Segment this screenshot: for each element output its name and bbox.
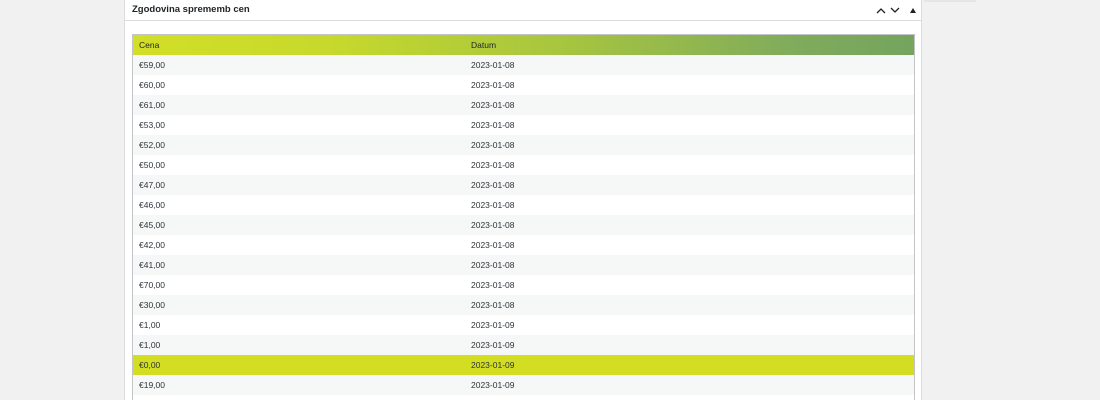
price-history-panel: Zgodovina sprememb cen Cena Datum €59,00…	[124, 0, 922, 400]
price-cell: €59,00	[139, 60, 165, 70]
date-cell: 2023-01-08	[471, 140, 515, 150]
price-cell: €60,00	[139, 80, 165, 90]
price-cell: €61,00	[139, 100, 165, 110]
date-cell: 2023-01-09	[471, 320, 515, 330]
table-row: €53,00 2023-01-08	[133, 115, 914, 135]
price-cell: €47,00	[139, 180, 165, 190]
table-header-row: Cena Datum	[133, 35, 914, 55]
price-cell: €45,00	[139, 220, 165, 230]
table-row: €52,00 2023-01-08	[133, 135, 914, 155]
column-header-date: Datum	[471, 40, 497, 50]
table-row: €60,00 2023-01-08	[133, 75, 914, 95]
table-row: €59,00 2023-01-08	[133, 55, 914, 75]
background-strip	[924, 0, 976, 2]
date-cell: 2023-01-08	[471, 240, 515, 250]
table-row: €46,00 2023-01-08	[133, 195, 914, 215]
table-body: €59,00 2023-01-08 €60,00 2023-01-08 €61,00 20…	[133, 55, 914, 395]
date-cell: 2023-01-08	[471, 180, 515, 190]
price-cell: €52,00	[139, 140, 165, 150]
move-down-button[interactable]	[888, 3, 902, 17]
date-cell: 2023-01-08	[471, 220, 515, 230]
date-cell: 2023-01-08	[471, 300, 515, 310]
date-cell: 2023-01-08	[471, 200, 515, 210]
date-cell: 2023-01-08	[471, 120, 515, 130]
table-row: €42,00 2023-01-08	[133, 235, 914, 255]
price-cell: €1,00	[139, 320, 161, 330]
price-cell: €1,00	[139, 340, 161, 350]
price-cell: €41,00	[139, 260, 165, 270]
table-row: €19,00 2023-01-09	[133, 375, 914, 395]
date-cell: 2023-01-08	[471, 80, 515, 90]
price-cell: €0,00	[139, 360, 161, 370]
price-history-table: Cena Datum €59,00 2023-01-08 €60,00 2023-01…	[132, 34, 915, 400]
date-cell: 2023-01-09	[471, 360, 515, 370]
chevron-up-icon	[876, 7, 886, 13]
table-row: €0,00 2023-01-09	[133, 355, 914, 375]
chevron-down-icon	[890, 7, 900, 13]
table-row: €61,00 2023-01-08	[133, 95, 914, 115]
price-cell: €19,00	[139, 380, 165, 390]
panel-header: Zgodovina sprememb cen	[125, 0, 921, 21]
date-cell: 2023-01-08	[471, 280, 515, 290]
table-row: €45,00 2023-01-08	[133, 215, 914, 235]
table-row: €1,00 2023-01-09	[133, 315, 914, 335]
table-row: €1,00 2023-01-09	[133, 335, 914, 355]
price-cell: €30,00	[139, 300, 165, 310]
price-cell: €46,00	[139, 200, 165, 210]
date-cell: 2023-01-08	[471, 160, 515, 170]
table-row: €41,00 2023-01-08	[133, 255, 914, 275]
price-cell: €42,00	[139, 240, 165, 250]
price-cell: €70,00	[139, 280, 165, 290]
table-row: €50,00 2023-01-08	[133, 155, 914, 175]
date-cell: 2023-01-08	[471, 260, 515, 270]
move-up-button[interactable]	[874, 3, 888, 17]
table-row: €47,00 2023-01-08	[133, 175, 914, 195]
column-header-price: Cena	[139, 40, 160, 50]
table-row: €30,00 2023-01-08	[133, 295, 914, 315]
triangle-up-icon	[910, 7, 916, 13]
price-cell: €50,00	[139, 160, 165, 170]
panel-title: Zgodovina sprememb cen	[132, 4, 250, 15]
date-cell: 2023-01-09	[471, 380, 515, 390]
date-cell: 2023-01-08	[471, 60, 515, 70]
price-cell: €53,00	[139, 120, 165, 130]
toggle-panel-button[interactable]	[906, 3, 920, 17]
date-cell: 2023-01-09	[471, 340, 515, 350]
date-cell: 2023-01-08	[471, 100, 515, 110]
table-row: €70,00 2023-01-08	[133, 275, 914, 295]
